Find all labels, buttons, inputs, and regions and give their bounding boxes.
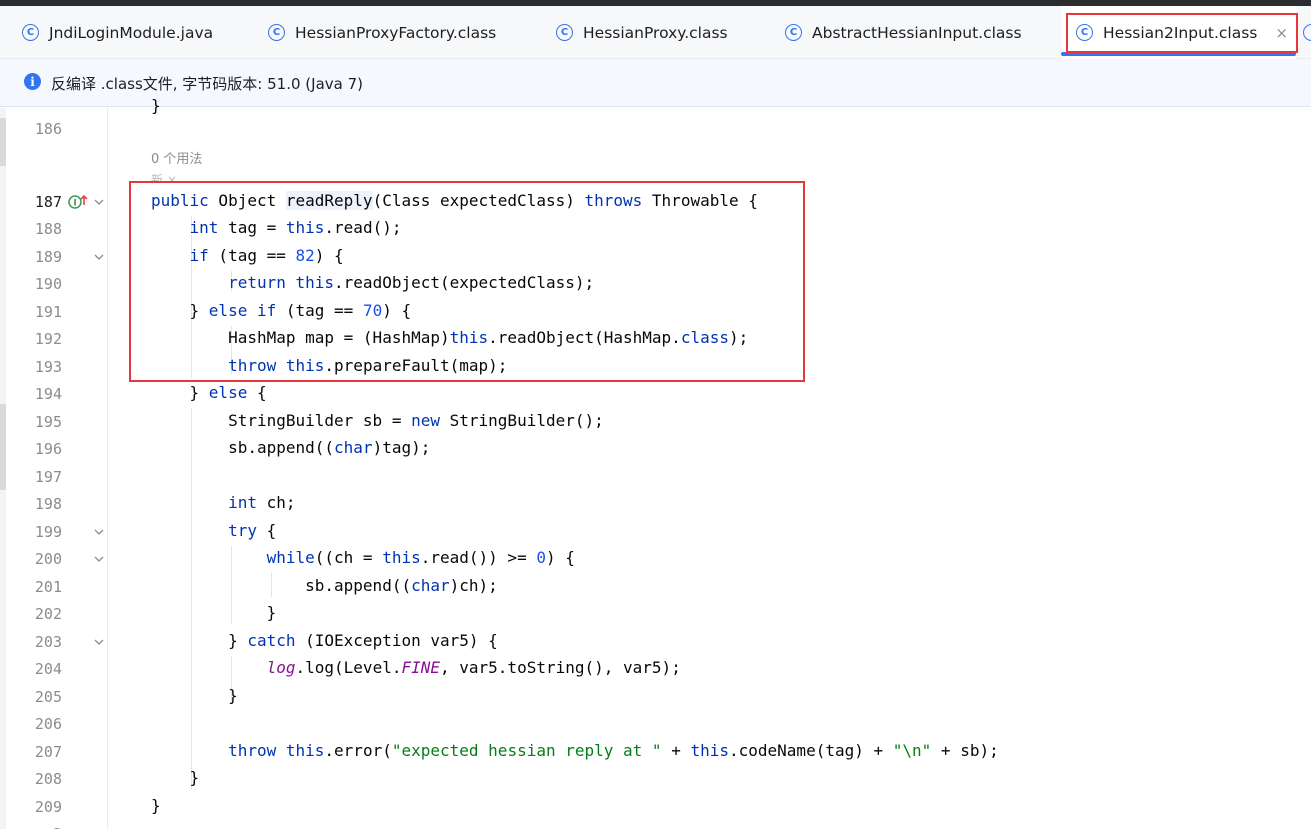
line-number: 196: [34, 440, 62, 458]
code-line-205: }: [151, 686, 238, 705]
tab-hessianproxy[interactable]: C HessianProxy.class: [556, 6, 728, 59]
line-number: 203: [34, 633, 62, 651]
line-number: 192: [34, 330, 62, 348]
implements-method-icon[interactable]: I: [68, 193, 90, 211]
svg-text:I: I: [73, 199, 76, 209]
code-line-202: }: [151, 603, 277, 622]
line-number: 207: [34, 743, 62, 761]
class-icon: C: [556, 24, 573, 41]
line-number: 188: [34, 220, 62, 238]
line-number: 194: [34, 385, 62, 403]
line-number: 198: [34, 495, 62, 513]
code-line-191: } else if (tag == 70) {: [151, 301, 412, 320]
code-line-207: throw this.error("expected hessian reply…: [228, 741, 999, 760]
line-number: 199: [34, 523, 62, 541]
indent-guide: [191, 216, 192, 378]
fold-chevron-icon[interactable]: [93, 196, 105, 208]
code-line-195: StringBuilder sb = new StringBuilder();: [151, 411, 604, 430]
decompiled-info-banner: i 反编译 .class文件, 字节码版本: 51.0 (Java 7): [0, 59, 1311, 107]
overflow-tab-icon[interactable]: [1303, 24, 1311, 41]
line-number: 200: [34, 550, 62, 568]
code-line-193: throw this.prepareFault(map);: [228, 356, 508, 375]
fold-chevron-icon[interactable]: [93, 553, 105, 565]
class-icon: C: [268, 24, 285, 41]
fold-chevron-icon[interactable]: [93, 251, 105, 263]
code-line-185: }: [151, 96, 161, 115]
close-tab-icon[interactable]: ×: [1275, 24, 1288, 42]
tab-label: AbstractHessianInput.class: [812, 23, 1022, 42]
line-number: 204: [34, 660, 62, 678]
code-line-199: try {: [228, 521, 277, 540]
line-number: 202: [34, 605, 62, 623]
line-number: 209: [34, 798, 62, 816]
code-line-204: log.log(Level.FINE, var5.toString(), var…: [266, 658, 681, 677]
line-number: 205: [34, 688, 62, 706]
line-number: 197: [34, 468, 62, 486]
line-number: 2: [0, 825, 62, 829]
tab-label: HessianProxy.class: [583, 23, 728, 42]
code-line-194: } else {: [151, 383, 267, 402]
code-line-189: if (tag == 82) {: [189, 246, 344, 265]
tab-abstracthessianinput[interactable]: C AbstractHessianInput.class: [785, 6, 1022, 59]
line-number: 191: [34, 303, 62, 321]
usages-hint[interactable]: 0 个用法: [151, 148, 202, 167]
line-number: 206: [34, 715, 62, 733]
info-text: 反编译 .class文件, 字节码版本: 51.0 (Java 7): [51, 75, 363, 93]
line-number: 201: [34, 578, 62, 596]
code-line-198: int ch;: [228, 493, 296, 512]
line-number: 195: [34, 413, 62, 431]
code-line-190: return this.readObject(expectedClass);: [228, 273, 595, 292]
code-line-188: int tag = this.read();: [189, 218, 402, 237]
active-tab-indicator: [1061, 52, 1296, 56]
info-icon: i: [24, 73, 41, 90]
code-line-196: sb.append((char)tag);: [151, 438, 431, 457]
class-icon: C: [22, 24, 39, 41]
code-line-200: while((ch = this.read()) >= 0) {: [266, 548, 575, 567]
class-icon: C: [785, 24, 802, 41]
tab-jndiloginmodule[interactable]: C JndiLoginModule.java: [22, 6, 213, 59]
tab-label: Hessian2Input.class: [1103, 23, 1258, 42]
tab-hessianproxyfactory[interactable]: C HessianProxyFactory.class: [268, 6, 496, 59]
code-line-208: }: [151, 768, 200, 787]
code-line-187: public Object readReply(Class expectedCl…: [151, 191, 758, 210]
fold-chevron-icon[interactable]: [93, 636, 105, 648]
code-line-209: }: [151, 796, 161, 815]
line-number: 186: [34, 120, 62, 138]
line-number: 187: [34, 193, 62, 211]
tab-label: HessianProxyFactory.class: [295, 23, 497, 42]
fold-chevron-icon[interactable]: [93, 526, 105, 538]
line-number: 189: [34, 248, 62, 266]
line-number: 190: [34, 275, 62, 293]
author-hint: 新 ×: [151, 173, 177, 181]
gutter-divider: [107, 108, 108, 829]
tab-label: JndiLoginModule.java: [49, 23, 214, 42]
code-line-192: HashMap map = (HashMap)this.readObject(H…: [151, 328, 749, 347]
line-number: 208: [34, 770, 62, 788]
class-icon: C: [1076, 24, 1093, 41]
code-line-201: sb.append((char)ch);: [151, 576, 498, 595]
code-line-203: } catch (IOException var5) {: [151, 631, 498, 650]
code-editor[interactable]: } 186 187 188 189 190 191 192 193 194 19…: [0, 96, 1311, 829]
indent-guide: [191, 408, 192, 790]
line-number: 193: [34, 358, 62, 376]
